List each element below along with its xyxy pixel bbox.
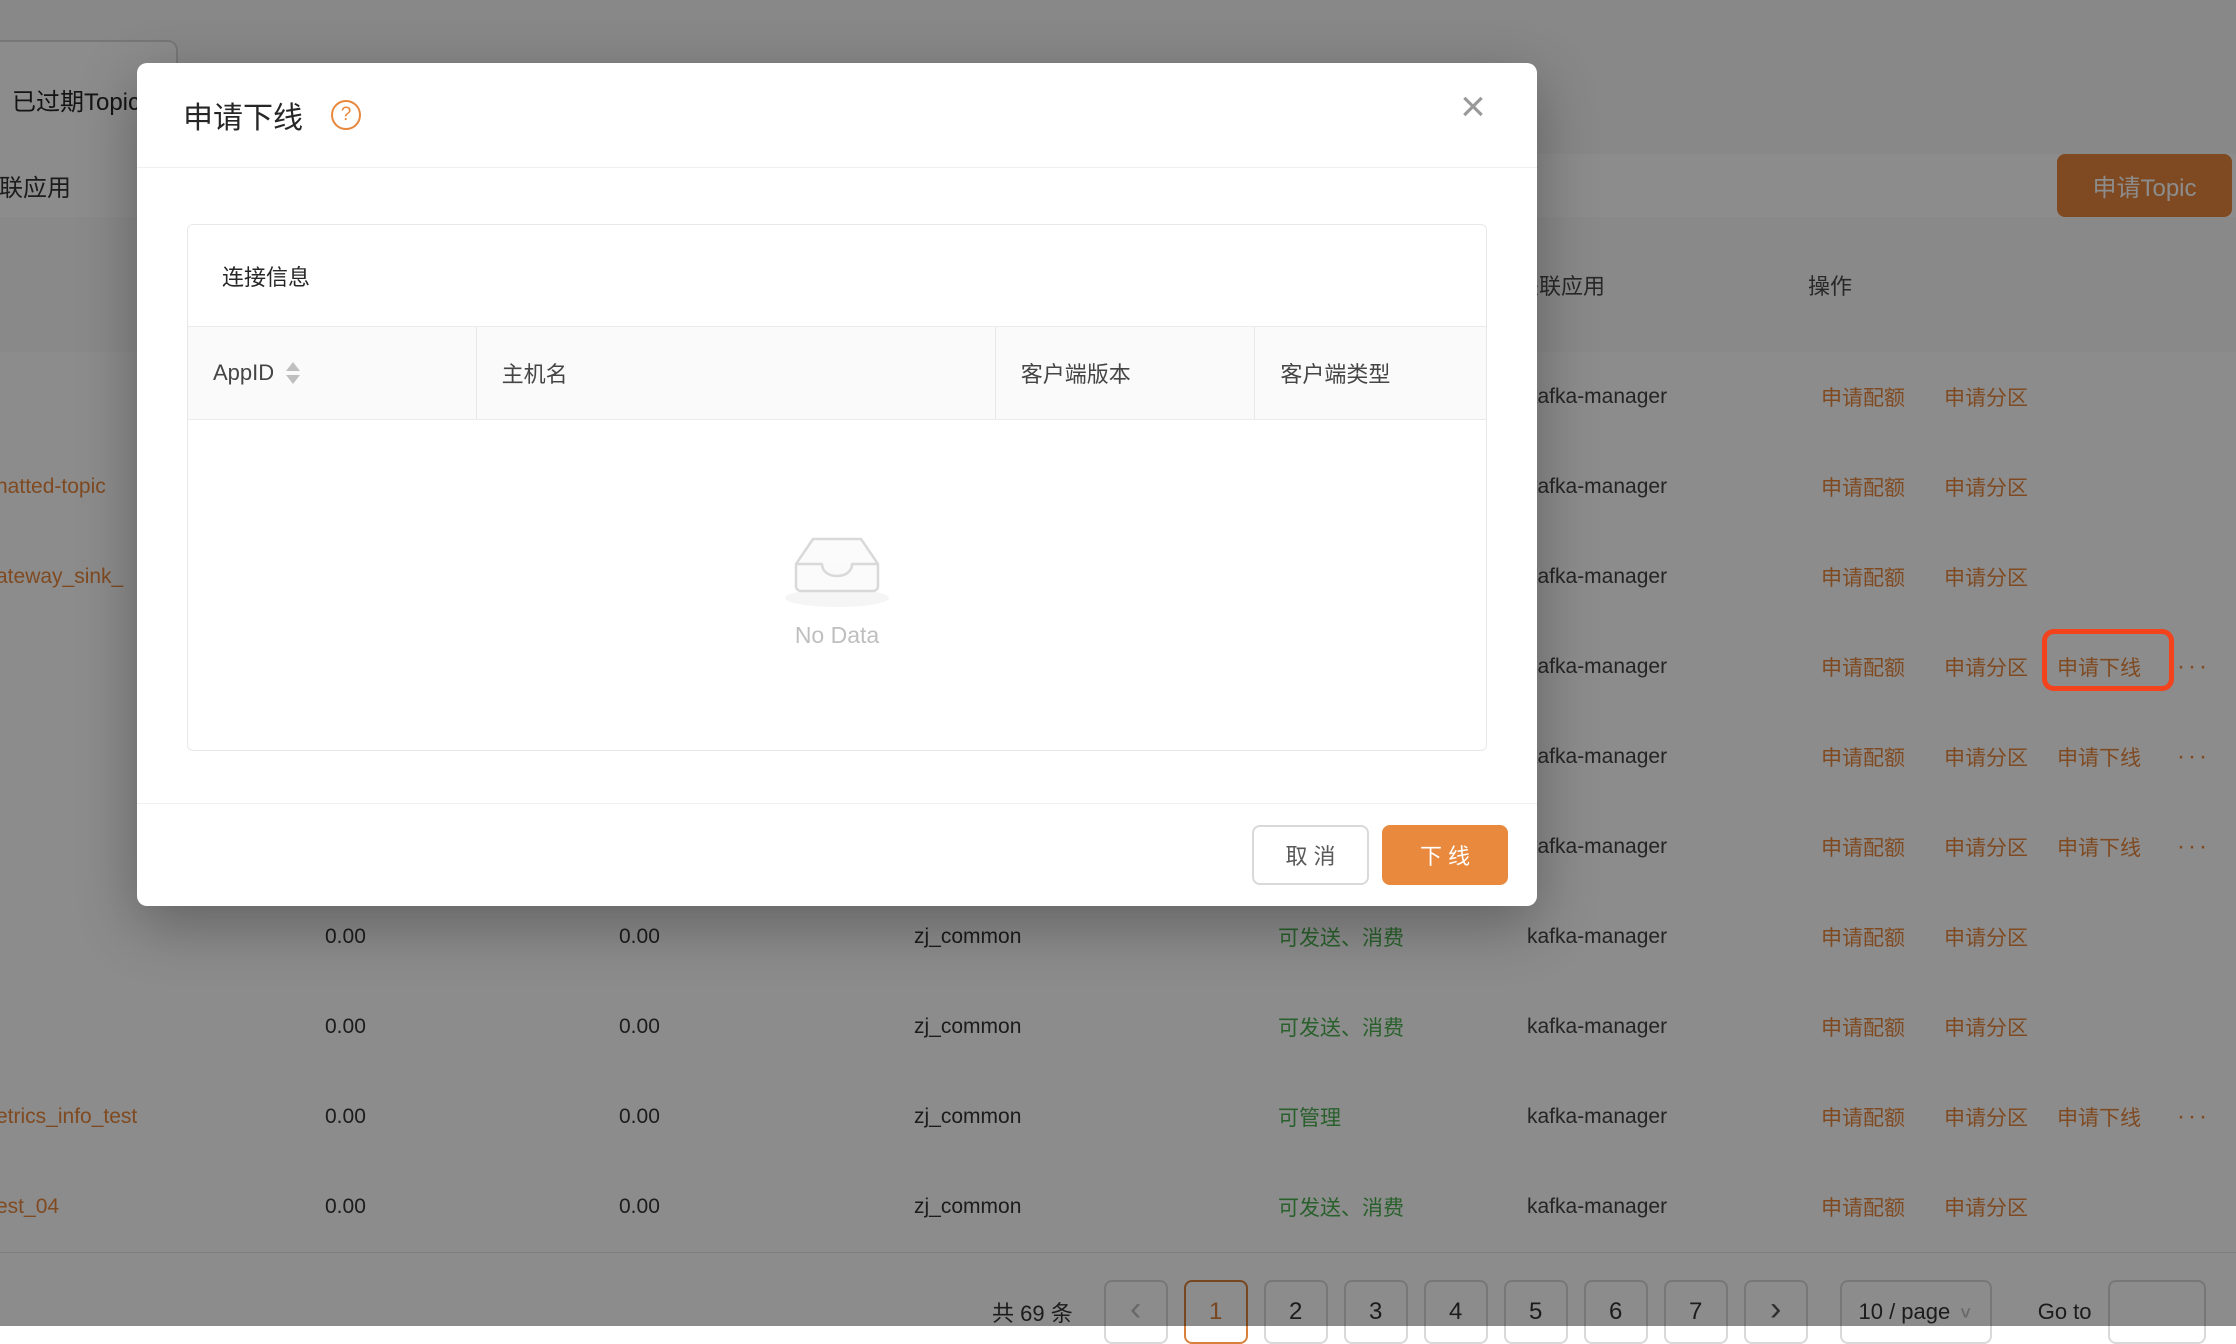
- modal-header: 申请下线 ? ×: [137, 63, 1537, 168]
- modal-footer: 取 消 下 线: [137, 803, 1537, 906]
- sort-descend-icon: [286, 375, 300, 384]
- connection-table-header: AppID 主机名 客户端版本 客户端类型: [188, 326, 1486, 420]
- sort-carets-icon[interactable]: [286, 362, 300, 384]
- modal-column-header-2: 客户端版本: [995, 327, 1255, 419]
- close-icon[interactable]: ×: [1443, 77, 1503, 137]
- modal-column-header-0[interactable]: AppID: [188, 327, 476, 419]
- modal-column-label: 客户端类型: [1280, 357, 1390, 389]
- modal-column-label: 主机名: [502, 357, 568, 389]
- modal-column-header-1: 主机名: [476, 327, 995, 419]
- offline-confirm-button[interactable]: 下 线: [1382, 825, 1508, 885]
- connection-info-title: 连接信息: [188, 225, 1486, 326]
- modal-column-header-3: 客户端类型: [1254, 327, 1486, 419]
- empty-inbox-icon: [783, 524, 891, 608]
- cancel-button[interactable]: 取 消: [1252, 825, 1369, 885]
- empty-state: No Data: [188, 420, 1486, 752]
- no-data-text: No Data: [795, 622, 879, 649]
- modal-column-label: AppID: [213, 360, 274, 386]
- modal-title: 申请下线: [183, 93, 303, 137]
- connection-info-card: 连接信息 AppID 主机名 客户端版本 客户端类型 No Data: [187, 224, 1487, 751]
- modal-column-label: 客户端版本: [1021, 357, 1131, 389]
- highlight-annotation-box: [2042, 629, 2174, 691]
- apply-offline-modal: 申请下线 ? × 连接信息 AppID 主机名 客户端版本 客户端类型 No Data…: [137, 63, 1537, 906]
- question-circle-icon[interactable]: ?: [331, 100, 361, 130]
- sort-ascend-icon: [286, 362, 300, 371]
